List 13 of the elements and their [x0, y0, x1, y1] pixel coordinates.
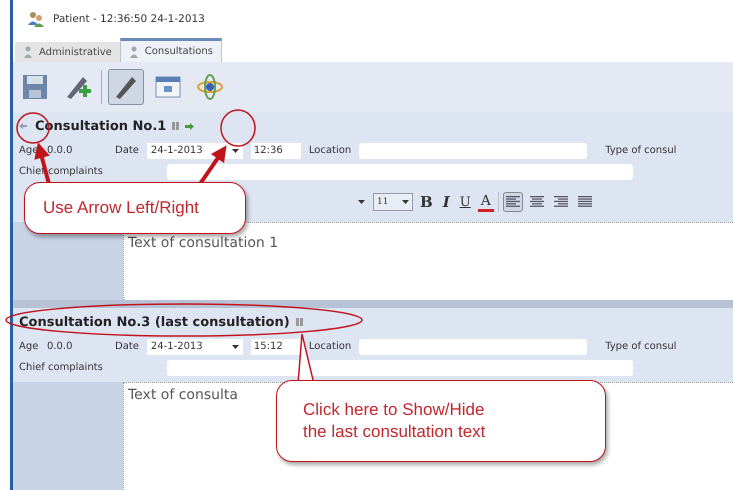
- window-title: Patient - 12:36:50 24-1-2013: [53, 13, 205, 25]
- age-value: 0.0.0: [47, 341, 74, 352]
- complaints-label: Chief complaints: [19, 362, 104, 373]
- location-label: Location: [308, 341, 352, 352]
- type-label: Type of consul: [605, 341, 676, 352]
- callout: Click here to Show/Hide the last consultation text: [276, 380, 606, 462]
- type-label: Type of consul: [605, 145, 676, 156]
- date-label: Date: [115, 145, 139, 156]
- age-label: Age: [19, 341, 39, 352]
- location-label: Location: [308, 145, 352, 156]
- age-value: 0.0.0: [47, 145, 74, 156]
- callout: Use Arrow Left/Right: [24, 182, 246, 234]
- date-label: Date: [115, 341, 139, 352]
